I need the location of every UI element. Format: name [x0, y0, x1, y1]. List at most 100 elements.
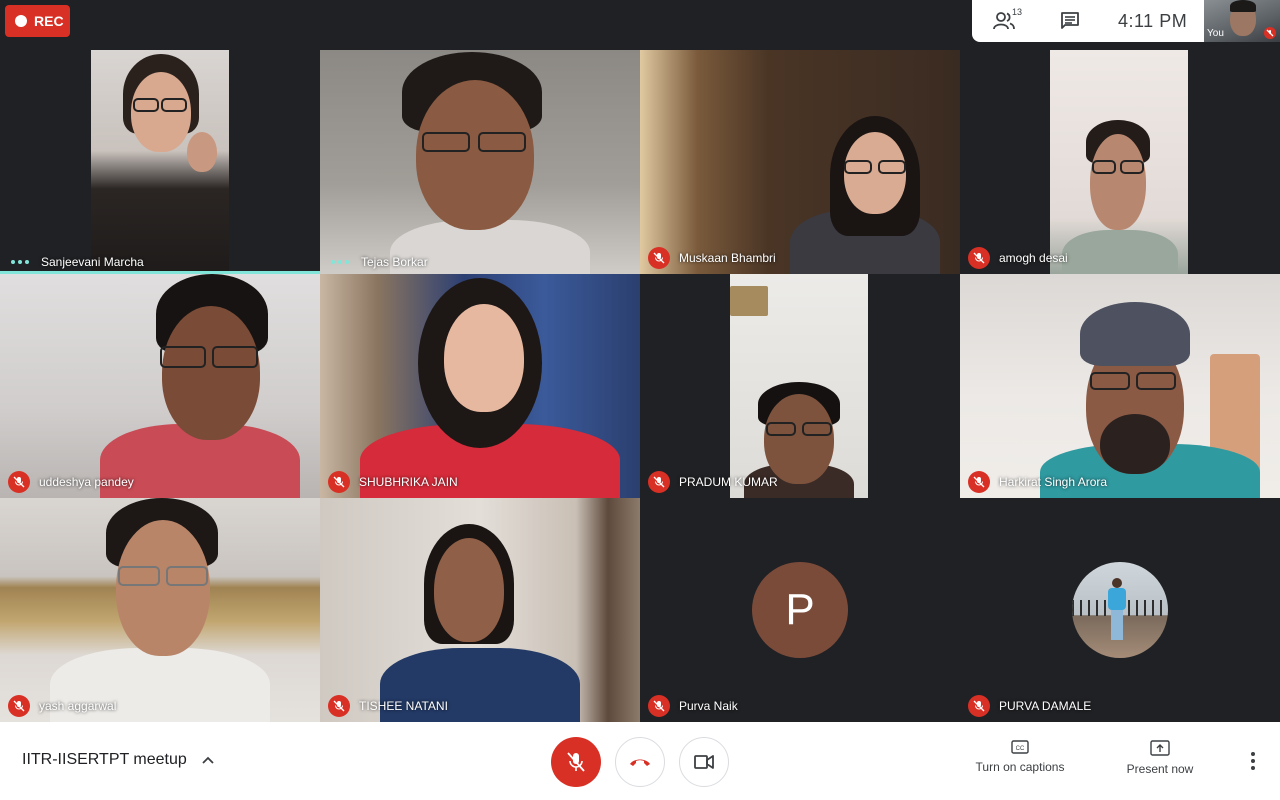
participant-name-bar: Muskaan Bhambri	[648, 247, 776, 269]
participant-video	[0, 498, 320, 722]
participant-tile[interactable]: Tejas Borkar	[320, 50, 640, 274]
video-camera-icon	[694, 755, 714, 769]
participant-name: PRADUM KUMAR	[679, 475, 778, 489]
chevron-up-icon	[202, 756, 214, 764]
participant-tile[interactable]: uddeshya pandey	[0, 274, 320, 498]
chat-button[interactable]	[1054, 5, 1086, 37]
video-head	[434, 538, 504, 642]
video-head	[162, 306, 260, 440]
participant-tile[interactable]: amogh desai	[960, 50, 1280, 274]
video-glasses	[1120, 160, 1144, 174]
mic-off-icon	[648, 471, 670, 493]
participant-video	[640, 50, 960, 274]
avatar-figure-legs	[1111, 610, 1123, 640]
participant-name: PURVA DAMALE	[999, 699, 1092, 713]
video-glasses	[1136, 372, 1176, 390]
speaking-indicator-icon	[8, 260, 32, 264]
video-glasses	[118, 566, 160, 586]
participant-name: Sanjeevani Marcha	[41, 255, 144, 269]
video-glasses	[802, 422, 832, 436]
participant-grid: Sanjeevani Marcha Tejas Borkar Muskaan B…	[0, 50, 1280, 722]
video-hand	[187, 132, 217, 172]
avatar	[1072, 562, 1168, 658]
participant-tile[interactable]: PRADUM KUMAR	[640, 274, 960, 498]
video-glasses	[478, 132, 526, 152]
recording-indicator[interactable]: REC	[5, 5, 70, 37]
meeting-name: IITR-IISERTPT meetup	[22, 751, 187, 768]
participant-tile[interactable]: yash aggarwal	[0, 498, 320, 722]
mic-off-icon	[328, 471, 350, 493]
video-beard	[1100, 414, 1170, 474]
participant-video	[320, 274, 640, 498]
participants-count: 13	[1011, 7, 1022, 17]
self-label: You	[1207, 28, 1224, 39]
participant-tile[interactable]: Muskaan Bhambri	[640, 50, 960, 274]
video-glasses	[212, 346, 258, 368]
avatar: P	[752, 562, 848, 658]
mic-off-icon	[328, 695, 350, 717]
mic-off-icon	[648, 695, 670, 717]
video-head	[131, 72, 191, 152]
participant-tile[interactable]: TISHEE NATANI	[320, 498, 640, 722]
participant-name: Harkirat Singh Arora	[999, 475, 1108, 489]
meeting-details-button[interactable]: IITR-IISERTPT meetup	[22, 751, 215, 769]
captions-button[interactable]: CC Turn on captions	[970, 740, 1070, 774]
video-glasses	[160, 346, 206, 368]
record-dot-icon	[15, 15, 27, 27]
participant-video	[730, 274, 868, 498]
bottom-control-bar: IITR-IISERTPT meetup CC Turn on captions	[0, 722, 1280, 800]
mic-off-icon	[8, 695, 30, 717]
participant-video	[91, 50, 229, 274]
participant-name: SHUBHRIKA JAIN	[359, 475, 458, 489]
mic-toggle-button[interactable]	[551, 737, 601, 787]
participant-name: Muskaan Bhambri	[679, 251, 776, 265]
participant-tile[interactable]: Harkirat Singh Arora	[960, 274, 1280, 498]
participant-name-bar: PURVA DAMALE	[968, 695, 1091, 717]
video-cap	[1080, 302, 1190, 366]
mic-off-icon	[968, 247, 990, 269]
participant-video	[0, 274, 320, 498]
recording-label: REC	[34, 13, 64, 29]
mic-off-icon	[567, 752, 585, 772]
participant-name: uddeshya pandey	[39, 475, 134, 489]
avatar-figure-top	[1108, 588, 1126, 610]
more-options-icon[interactable]	[1240, 748, 1266, 774]
video-glasses	[1090, 372, 1130, 390]
participant-name-bar: yash aggarwal	[8, 695, 116, 717]
video-body	[1062, 230, 1178, 274]
svg-text:CC: CC	[1016, 746, 1025, 752]
video-wall-frame	[730, 286, 768, 316]
video-glasses	[766, 422, 796, 436]
self-preview-tile[interactable]: You	[1204, 0, 1280, 42]
video-head	[1090, 134, 1146, 230]
participant-video	[320, 498, 640, 722]
camera-toggle-button[interactable]	[679, 737, 729, 787]
participants-button[interactable]: 13	[988, 5, 1022, 37]
speaking-indicator-icon	[328, 260, 352, 264]
present-label: Present now	[1126, 762, 1194, 776]
mic-off-icon	[1264, 27, 1276, 39]
clock-time: 4:11 PM	[1118, 10, 1188, 31]
participant-tile[interactable]: SHUBHRIKA JAIN	[320, 274, 640, 498]
participant-name-bar: PRADUM KUMAR	[648, 471, 778, 493]
leave-call-button[interactable]	[615, 737, 665, 787]
mic-off-icon	[968, 471, 990, 493]
chat-icon	[1061, 12, 1079, 29]
participant-tile[interactable]: Sanjeevani Marcha	[0, 50, 320, 274]
video-glasses	[422, 132, 470, 152]
participant-tile[interactable]: PURVA DAMALE	[960, 498, 1280, 722]
participant-video	[1050, 50, 1188, 274]
video-glasses	[161, 98, 187, 112]
mic-off-icon	[968, 695, 990, 717]
mic-off-icon	[648, 247, 670, 269]
participant-name-bar: Harkirat Singh Arora	[968, 471, 1107, 493]
present-now-button[interactable]: Present now	[1112, 740, 1208, 776]
mic-off-icon	[8, 471, 30, 493]
video-head	[444, 304, 524, 412]
participant-tile[interactable]: P Purva Naik	[640, 498, 960, 722]
hang-up-icon	[630, 759, 650, 766]
participant-name-bar: Sanjeevani Marcha	[8, 255, 144, 269]
participant-name: amogh desai	[999, 251, 1068, 265]
video-glasses	[878, 160, 906, 174]
self-video-hair	[1230, 0, 1256, 12]
